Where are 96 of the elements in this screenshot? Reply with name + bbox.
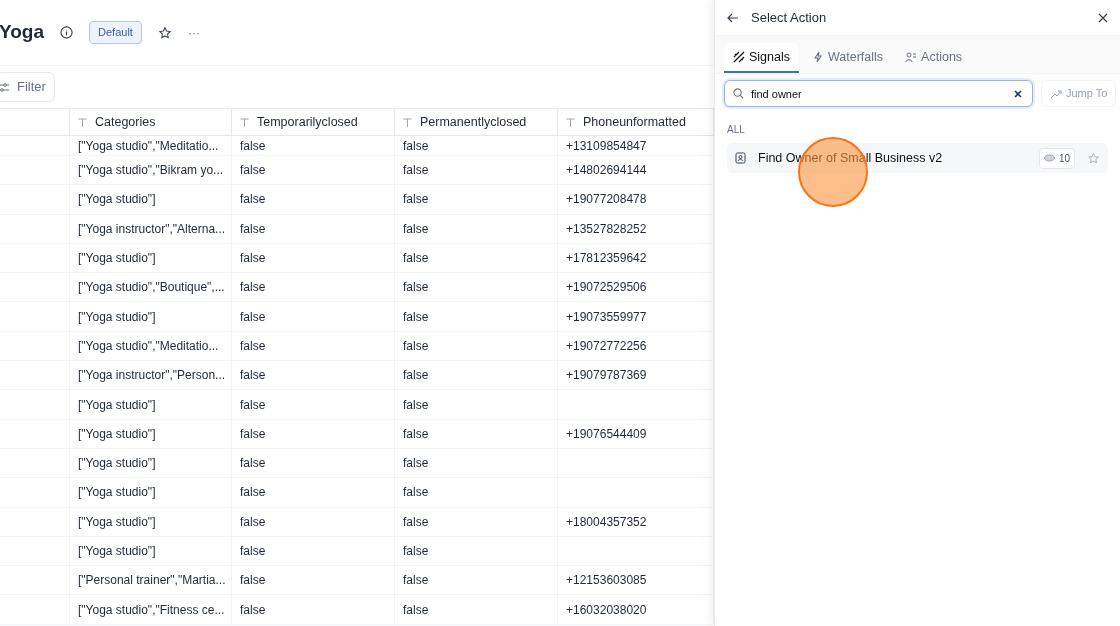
table-cell-text: false	[240, 191, 266, 209]
table-cell-text: +19077208478	[566, 191, 647, 209]
table-cell-text: false	[403, 484, 429, 502]
table-cell-text: false	[240, 250, 266, 268]
column-header[interactable]: Temporarilyclosed	[232, 109, 395, 135]
table-cell-text: ["Yoga studio","Meditatio...	[78, 137, 219, 155]
table-cell-text: +18004357352	[566, 513, 647, 531]
table-cell-text: ["Yoga studio","Boutique",...	[78, 279, 225, 297]
tab[interactable]: Actions	[896, 43, 972, 73]
table-cell-text: ["Yoga studio","Fitness ce...	[78, 601, 225, 619]
column-header[interactable]: Permanentlyclosed	[395, 109, 558, 135]
coin-icon	[1043, 154, 1055, 162]
table-cell-text: false	[240, 455, 266, 473]
table-cell-text: false	[403, 572, 429, 590]
table-cell-text: +13527828252	[566, 220, 647, 238]
table-cell-text: false	[403, 308, 429, 326]
table-cell-text: false	[240, 543, 266, 560]
column-header[interactable]: Phoneunformatted	[558, 109, 714, 135]
table-cell-text: false	[240, 220, 266, 238]
table-cell-text: false	[240, 484, 266, 502]
search-field[interactable]: find owner	[724, 80, 1033, 107]
text-type-icon	[240, 117, 249, 127]
table-cell-text: false	[403, 601, 429, 619]
star-icon[interactable]	[1087, 151, 1100, 165]
table-cell-text: false	[403, 220, 429, 238]
table-cell-text: false	[240, 308, 266, 326]
table-cell-text: +14802694144	[566, 162, 647, 180]
filter-button[interactable]: Filter	[0, 72, 55, 102]
tab[interactable]: Signals	[724, 43, 799, 73]
contact-card-icon	[735, 152, 746, 164]
table-cell-text: ["Yoga studio"]	[78, 308, 156, 326]
table-cell-text: +19072529506	[566, 279, 647, 297]
info-icon[interactable]	[60, 26, 74, 39]
page-title: Yoga	[0, 20, 45, 45]
table-cell-text: ["Yoga studio"]	[78, 396, 156, 414]
clear-icon[interactable]	[1014, 90, 1022, 98]
table-cell-text: ["Yoga studio"]	[78, 513, 156, 531]
table-cell-text: false	[403, 425, 429, 443]
panel-title: Select Action	[751, 8, 827, 27]
table-cell-text: false	[403, 162, 429, 180]
table-cell-text: +12153603085	[566, 572, 647, 590]
table-cell-text: ["Yoga studio"]	[78, 191, 156, 209]
table-cell-text: ["Personal trainer","Martia...	[78, 572, 226, 590]
table-cell-text: +13109854847	[566, 137, 647, 155]
table-cell-text: ["Yoga studio"]	[78, 484, 156, 502]
text-type-icon	[566, 117, 575, 127]
back-arrow-icon[interactable]	[727, 11, 739, 24]
table-cell-text: false	[403, 367, 429, 385]
table-cell-text: +19076544409	[566, 425, 647, 443]
table-cell-text: false	[240, 137, 266, 155]
table-cell-text: false	[240, 572, 266, 590]
credits-badge: 10	[1038, 147, 1075, 169]
people-icon	[905, 51, 918, 63]
table-cell-text: false	[403, 337, 429, 355]
table-cell-text: false	[403, 250, 429, 268]
table-cell-text: false	[403, 191, 429, 209]
table-cell-text: +19073559977	[566, 308, 647, 326]
close-icon[interactable]	[1098, 12, 1108, 23]
table-cell-text: false	[403, 137, 429, 155]
table-cell-text: false	[240, 601, 266, 619]
table-cell-text: false	[240, 513, 266, 531]
table-cell-text: false	[403, 396, 429, 414]
text-type-icon	[403, 117, 412, 127]
star-icon[interactable]	[157, 25, 172, 40]
table-cell-text: false	[240, 162, 266, 180]
table-cell-text: false	[240, 367, 266, 385]
table-cell-text: +19079787369	[566, 367, 647, 385]
tab[interactable]: Waterfalls	[803, 43, 893, 73]
table-cell-text: false	[240, 425, 266, 443]
table-cell-text: false	[403, 455, 429, 473]
search-icon	[733, 88, 744, 99]
table-cell-text: ["Yoga instructor","Alterna...	[78, 220, 226, 238]
table-cell-text: +16032038020	[566, 601, 647, 619]
lightning-icon	[812, 51, 824, 63]
table-cell-text: false	[403, 543, 429, 560]
text-type-icon	[78, 117, 87, 127]
table-cell-text: ["Yoga studio"]	[78, 250, 156, 268]
sliders-icon	[0, 82, 9, 92]
jump-icon	[1050, 88, 1062, 99]
table-cell-text: ["Yoga instructor","Person...	[78, 367, 226, 385]
column-header[interactable]: Categories	[70, 109, 232, 135]
view-badge[interactable]: Default	[89, 21, 142, 44]
table-cell-text: +19072772256	[566, 337, 647, 355]
table-cell-text: false	[403, 513, 429, 531]
table-cell-text: false	[240, 396, 266, 414]
section-heading: ALL	[727, 123, 745, 137]
table-cell-text: ["Yoga studio","Bikram yo...	[78, 162, 224, 180]
more-button[interactable]: ···	[187, 23, 200, 42]
table-cell-text: ["Yoga studio"]	[78, 425, 156, 443]
table-cell-text: ["Yoga studio"]	[78, 543, 156, 560]
table-cell-text: ["Yoga studio","Meditatio...	[78, 337, 219, 355]
table-cell-text: +17812359642	[566, 250, 647, 268]
table-cell-text: false	[403, 279, 429, 297]
table-cell-text: false	[240, 279, 266, 297]
table-cell-text: false	[240, 337, 266, 355]
table-cell-text: ["Yoga studio"]	[78, 455, 156, 473]
